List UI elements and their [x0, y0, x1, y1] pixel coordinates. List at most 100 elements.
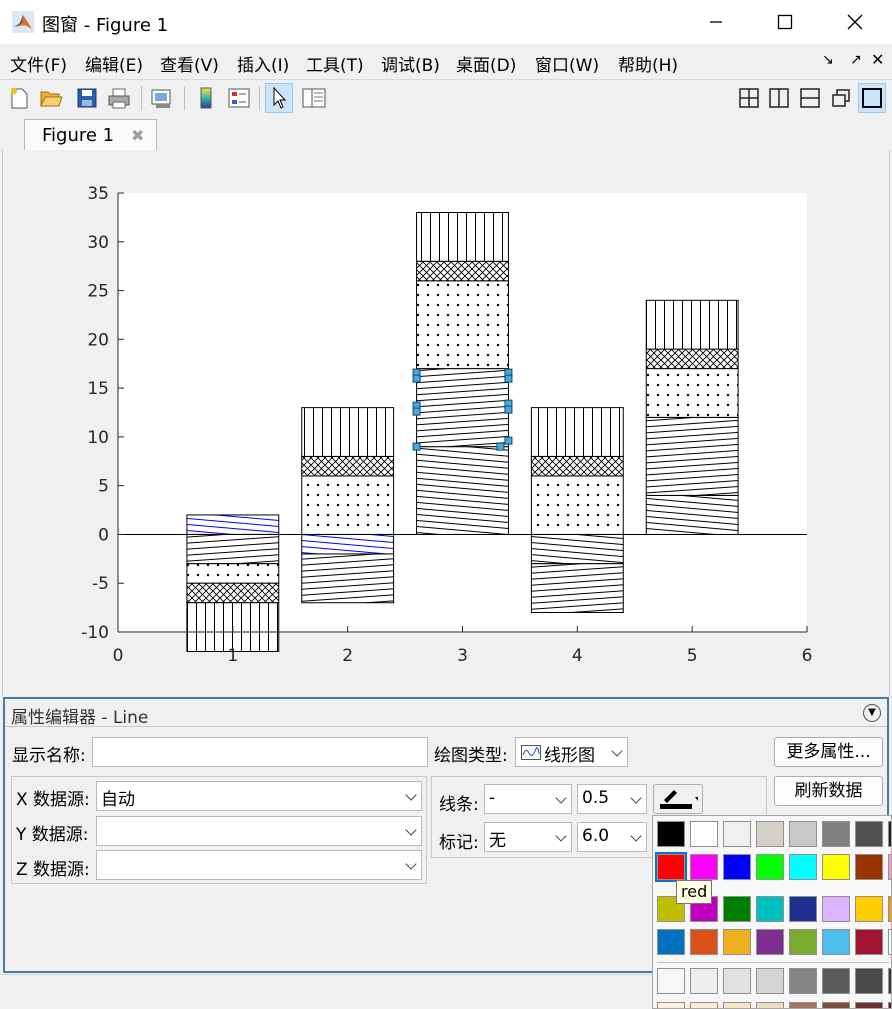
color-swatch[interactable] [822, 854, 850, 880]
color-swatch[interactable] [723, 854, 751, 880]
bar-segment[interactable] [416, 280, 509, 370]
bar-segment[interactable] [301, 407, 395, 457]
more-properties-button[interactable]: 更多属性... [774, 737, 883, 767]
color-swatch[interactable] [756, 1002, 784, 1008]
color-swatch[interactable] [690, 854, 718, 880]
plot-type-dropdown[interactable]: 线形图 [515, 737, 628, 767]
dock-icon[interactable]: ↘ [822, 52, 834, 68]
color-swatch[interactable] [690, 821, 718, 847]
color-swatch[interactable] [855, 968, 883, 994]
layout-maximize-button[interactable] [858, 83, 886, 113]
color-swatch[interactable] [855, 929, 883, 955]
bar-segment[interactable] [416, 446, 509, 535]
line-color-button[interactable] [653, 784, 703, 814]
bar-segment[interactable] [530, 475, 624, 535]
color-swatch[interactable] [657, 929, 685, 955]
color-swatch[interactable] [888, 968, 891, 994]
color-swatch[interactable] [756, 968, 784, 994]
color-swatch[interactable] [822, 896, 850, 922]
undock-icon[interactable]: ↗ [850, 52, 862, 68]
color-swatch[interactable] [888, 854, 891, 880]
z-source-dropdown[interactable] [96, 850, 422, 880]
bar-segment[interactable] [186, 563, 280, 584]
color-swatch[interactable] [789, 929, 817, 955]
y-source-dropdown[interactable] [96, 816, 422, 846]
x-source-dropdown[interactable]: 自动 [96, 781, 422, 811]
insert-colorbar-button[interactable] [192, 83, 220, 113]
color-swatch[interactable] [756, 929, 784, 955]
print-button[interactable] [105, 83, 133, 113]
color-swatch[interactable] [690, 1002, 718, 1008]
minimize-button[interactable] [681, 0, 751, 44]
bar-segment[interactable] [530, 533, 624, 565]
bar-segment[interactable] [186, 533, 280, 565]
color-swatch[interactable] [789, 968, 817, 994]
bar-segment[interactable] [416, 212, 509, 262]
color-swatch[interactable] [690, 968, 718, 994]
insert-legend-button[interactable] [225, 83, 253, 113]
color-swatch[interactable] [855, 1002, 883, 1008]
bar-segment[interactable] [301, 553, 395, 604]
collapse-icon[interactable]: ▼ [863, 704, 881, 722]
color-swatch[interactable] [888, 821, 891, 847]
color-swatch[interactable] [723, 929, 751, 955]
link-plot-button[interactable] [148, 83, 176, 113]
menu-desktop[interactable]: 桌面(D) [456, 51, 516, 76]
color-swatch[interactable] [756, 821, 784, 847]
open-button[interactable] [37, 83, 65, 113]
tab-figure-1[interactable]: Figure 1 ✖ [24, 119, 157, 151]
marker-dropdown[interactable]: 无 [484, 822, 572, 852]
edit-plot-button[interactable] [265, 83, 293, 113]
color-swatch[interactable] [756, 896, 784, 922]
color-swatch[interactable] [690, 929, 718, 955]
menu-view[interactable]: 查看(V) [160, 51, 219, 76]
color-swatch[interactable] [657, 1002, 685, 1008]
bar-segment[interactable] [186, 514, 280, 535]
bar-segment[interactable] [645, 368, 739, 418]
bar-segment[interactable] [530, 407, 624, 457]
line-style-dropdown[interactable]: - [484, 784, 572, 814]
save-button[interactable] [73, 83, 101, 113]
color-swatch[interactable] [822, 821, 850, 847]
refresh-data-button[interactable]: 刷新数据 [774, 776, 883, 806]
layout-top-bottom-button[interactable] [796, 83, 824, 113]
menu-file[interactable]: 文件(F) [10, 51, 67, 76]
property-inspector-button[interactable] [300, 83, 328, 113]
color-swatch[interactable] [888, 1002, 891, 1008]
menu-tools[interactable]: 工具(T) [306, 51, 364, 76]
color-swatch[interactable] [723, 821, 751, 847]
bar-segment[interactable] [416, 368, 509, 448]
bar-segment[interactable] [301, 455, 395, 477]
bar-segment[interactable] [645, 416, 739, 496]
color-swatch[interactable] [723, 1002, 751, 1008]
new-figure-button[interactable] [5, 83, 33, 113]
bar-segment[interactable] [416, 260, 509, 282]
color-swatch[interactable] [888, 896, 891, 922]
tab-close-icon[interactable]: ✖ [131, 126, 144, 145]
color-swatch[interactable] [789, 896, 817, 922]
bar-segment[interactable] [301, 475, 395, 535]
menu-debug[interactable]: 调试(B) [381, 51, 440, 76]
bar-segment[interactable] [645, 494, 739, 535]
color-swatch[interactable] [822, 1002, 850, 1008]
menu-window[interactable]: 窗口(W) [535, 51, 599, 76]
color-swatch[interactable] [789, 821, 817, 847]
maximize-button[interactable] [750, 0, 820, 44]
menu-edit[interactable]: 编辑(E) [85, 51, 143, 76]
line-width-dropdown[interactable]: 0.5 [577, 784, 647, 814]
bar-segment[interactable] [186, 582, 280, 604]
color-swatch[interactable] [822, 968, 850, 994]
layout-tile-button[interactable] [735, 83, 763, 113]
color-swatch[interactable] [789, 1002, 817, 1008]
bar-segment[interactable] [530, 563, 624, 613]
layout-float-button[interactable] [827, 83, 855, 113]
color-swatch[interactable] [822, 929, 850, 955]
color-swatch[interactable] [789, 854, 817, 880]
color-swatch[interactable] [855, 854, 883, 880]
color-swatch[interactable] [888, 929, 891, 955]
color-swatch[interactable] [756, 854, 784, 880]
color-swatch[interactable] [855, 821, 883, 847]
bar-segment[interactable] [530, 455, 624, 477]
color-swatch[interactable] [723, 896, 751, 922]
display-name-field[interactable] [92, 737, 428, 767]
